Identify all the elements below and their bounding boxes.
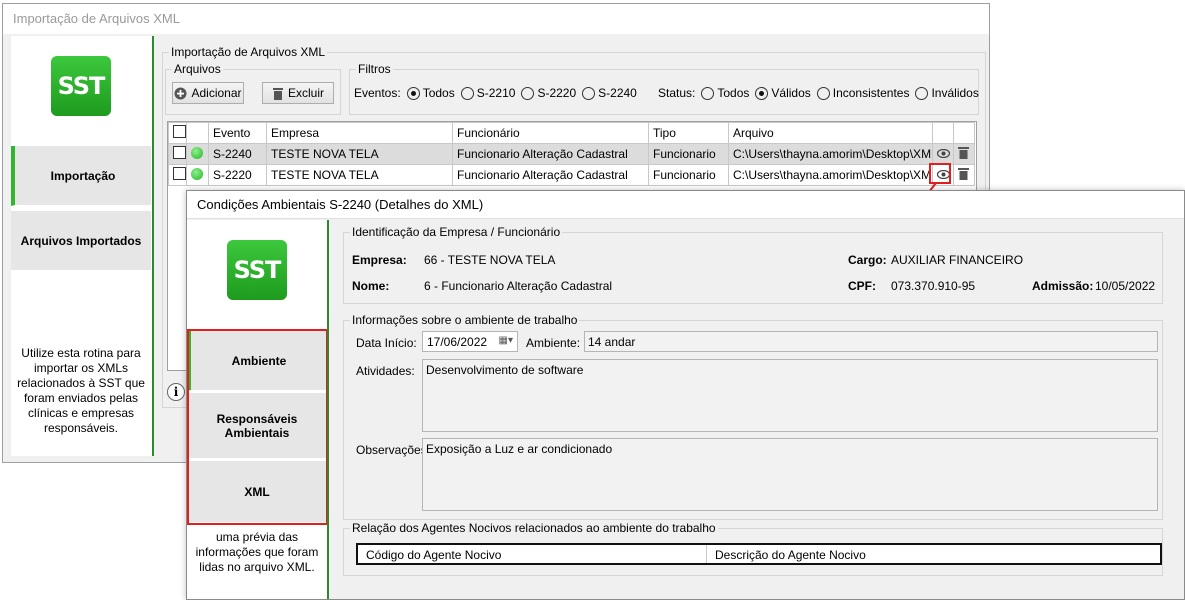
atividades-label: Atividades:: [356, 364, 415, 378]
col-codigo-agente[interactable]: Código do Agente Nocivo: [358, 545, 707, 563]
table-row[interactable]: S-2240 TESTE NOVA TELA Funcionario Alter…: [168, 143, 975, 165]
cell-evento: S-2240: [208, 143, 267, 165]
radio-status-todos[interactable]: Todos: [701, 86, 749, 101]
arquivos-legend: Arquivos: [172, 62, 223, 76]
status-dot: [186, 143, 209, 165]
add-button-label: Adicionar: [191, 86, 242, 100]
radio-status-inconsistentes[interactable]: Inconsistentes: [816, 86, 909, 101]
col-tipo[interactable]: Tipo: [648, 122, 729, 144]
admissao-label: Admissão:: [1032, 279, 1094, 293]
status-dot: [186, 164, 209, 186]
sst-logo: SST: [227, 240, 287, 300]
col-funcionario[interactable]: Funcionário: [452, 122, 649, 144]
col-evento[interactable]: Evento: [208, 122, 267, 144]
ambiente-label: Ambiente:: [526, 336, 581, 350]
view-eye-icon[interactable]: [932, 143, 954, 165]
identificacao-group: Identificação da Empresa / Funcionário E…: [343, 225, 1163, 304]
delete-trash-icon[interactable]: [953, 164, 975, 186]
data-inicio-label: Data Início:: [356, 336, 417, 350]
radio-evento-s2210[interactable]: S-2210: [460, 86, 515, 101]
filtros-legend: Filtros: [356, 62, 393, 76]
radio-evento-s2240[interactable]: S-2240: [582, 86, 637, 101]
cell-empresa: TESTE NOVA TELA: [266, 143, 453, 165]
cell-tipo: Funcionario: [648, 164, 729, 186]
nav-arquivos-importados[interactable]: Arquivos Importados: [11, 211, 151, 271]
eventos-filter: Eventos: Todos S-2210 S-2220 S-2240: [354, 86, 637, 101]
radio-evento-todos[interactable]: Todos: [406, 86, 455, 101]
delete-button-label: Excluir: [287, 86, 324, 100]
plus-circle-icon: [174, 87, 187, 99]
identificacao-legend: Identificação da Empresa / Funcionário: [350, 225, 563, 239]
cell-evento: S-2220: [208, 164, 267, 186]
nav-importacao[interactable]: Importação: [11, 146, 151, 206]
select-all-checkbox[interactable]: [168, 122, 187, 144]
cell-tipo: Funcionario: [648, 143, 729, 165]
radio-status-invalidos[interactable]: Inválidos: [915, 86, 979, 101]
status-filter: Status: Todos Válidos Inconsistentes Inv…: [658, 86, 979, 101]
data-inicio-field[interactable]: 17/06/2022 ▦▾: [422, 331, 518, 352]
nome-label: Nome:: [352, 279, 390, 293]
sst-logo: SST: [51, 56, 111, 116]
eventos-label: Eventos:: [354, 86, 401, 101]
calendar-dropdown-icon[interactable]: ▦▾: [499, 335, 513, 346]
atividades-field[interactable]: Desenvolvimento de software: [422, 359, 1158, 432]
status-label: Status:: [658, 86, 696, 101]
agentes-group: Relação dos Agentes Nocivos relacionados…: [343, 521, 1163, 576]
table-header: Evento Empresa Funcionário Tipo Arquivo: [168, 122, 975, 144]
table-row[interactable]: S-2220 TESTE NOVA TELA Funcionario Alter…: [168, 164, 975, 186]
col-descricao-agente[interactable]: Descrição do Agente Nocivo: [707, 545, 1160, 563]
detail-help-text: uma prévia das informações que foram lid…: [195, 530, 319, 574]
ambiente-group: Informações sobre o ambiente de trabalho…: [343, 313, 1163, 520]
sidebar: SST Importação Arquivos Importados Utili…: [11, 36, 151, 456]
admissao-value: 10/05/2022: [1095, 279, 1156, 293]
detail-content: Identificação da Empresa / Funcionário E…: [327, 220, 1184, 599]
file-table: Evento Empresa Funcionário Tipo Arquivo …: [168, 122, 975, 186]
col-arquivo[interactable]: Arquivo: [728, 122, 933, 144]
cargo-label: Cargo:: [848, 253, 887, 267]
cpf-value: 073.370.910-95: [891, 279, 976, 293]
row-checkbox[interactable]: [168, 143, 187, 165]
cpf-label: CPF:: [848, 279, 876, 293]
ambiente-field[interactable]: 14 andar: [584, 331, 1158, 352]
observacoes-label: Observações:: [356, 443, 431, 457]
col-empresa[interactable]: Empresa: [266, 122, 453, 144]
delete-trash-icon[interactable]: [953, 143, 975, 165]
detail-window-title: Condições Ambientais S-2240 (Detalhes do…: [187, 191, 1184, 219]
trash-icon: [272, 87, 283, 100]
cell-funcionario: Funcionario Alteração Cadastral: [452, 143, 649, 165]
observacoes-field[interactable]: Exposição a Luz e ar condicionado: [422, 438, 1158, 511]
nav-highlight: [187, 329, 328, 525]
help-text: Utilize esta rotina para importar os XML…: [17, 346, 145, 435]
ambiente-legend: Informações sobre o ambiente de trabalho: [350, 313, 580, 327]
cell-funcionario: Funcionario Alteração Cadastral: [452, 164, 649, 186]
cell-arquivo: C:\Users\thayna.amorim\Desktop\XML...: [728, 143, 933, 165]
agentes-table-header: Código do Agente Nocivo Descrição do Age…: [356, 543, 1162, 565]
add-button[interactable]: Adicionar: [172, 82, 244, 104]
delete-button[interactable]: Excluir: [262, 82, 334, 104]
cell-empresa: TESTE NOVA TELA: [266, 164, 453, 186]
cargo-value: AUXILIAR FINANCEIRO: [891, 253, 1024, 267]
filtros-group: Filtros Eventos: Todos S-2210 S-2220 S-2…: [349, 62, 979, 115]
nome-value: 6 - Funcionario Alteração Cadastral: [424, 279, 613, 293]
radio-evento-s2220[interactable]: S-2220: [521, 86, 576, 101]
row-checkbox[interactable]: [168, 164, 187, 186]
detail-window: Condições Ambientais S-2240 (Detalhes do…: [186, 190, 1185, 600]
import-group-title: Importação de Arquivos XML: [169, 45, 328, 59]
agentes-legend: Relação dos Agentes Nocivos relacionados…: [350, 521, 718, 535]
empresa-value: 66 - TESTE NOVA TELA: [424, 253, 556, 267]
info-icon[interactable]: i: [167, 383, 185, 401]
arquivos-group: Arquivos Adicionar Excluir: [165, 62, 341, 115]
window-title: Importação de Arquivos XML: [3, 4, 989, 34]
data-inicio-value: 17/06/2022: [427, 335, 488, 349]
empresa-label: Empresa:: [352, 253, 407, 267]
radio-status-validos[interactable]: Válidos: [755, 86, 811, 101]
